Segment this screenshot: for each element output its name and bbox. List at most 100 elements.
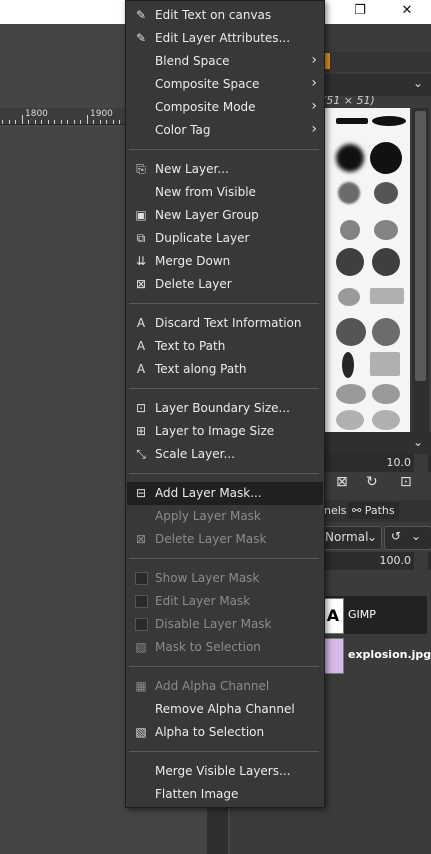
scrollbar-thumb[interactable] [415,111,426,381]
brush-swatch[interactable] [338,182,360,204]
menu-item-delete-layer-mask: ⊠ Delete Layer Mask [127,528,323,551]
menu-item-label: New Layer... [155,162,229,176]
spin-buttons[interactable] [414,454,428,472]
ruler-tick [67,120,68,124]
spin-buttons[interactable] [414,552,428,570]
menu-item-scale-layer[interactable]: ⤡ Scale Layer... [127,443,323,466]
add-layer-mask-icon: ⊟ [135,486,147,500]
menu-item-discard-text-information[interactable]: A Discard Text Information [127,312,323,335]
ruler-tick [99,120,101,124]
brush-swatch[interactable] [336,384,366,404]
spacing-field[interactable]: 10.0 [322,454,431,472]
layer-row[interactable]: A GIMP [322,596,427,634]
checkbox [134,572,148,585]
menu-item-duplicate-layer[interactable]: ⧉ Duplicate Layer [127,227,323,250]
ruler-tick [119,120,120,124]
tab-channels[interactable]: nels [324,504,347,517]
chevron-down-icon: ⌄ [412,435,423,449]
brush-swatch[interactable] [336,318,366,346]
menu-item-composite-mode[interactable]: Composite Mode › [127,96,323,119]
brush-swatch[interactable] [370,142,402,174]
menu-item-label: Add Alpha Channel [155,679,270,693]
menu-item-flatten-image[interactable]: Flatten Image [127,783,323,806]
scale-layer-icon: ⤡ [136,447,146,461]
brush-swatch[interactable] [340,220,360,240]
brush-swatch[interactable] [372,384,400,404]
brush-swatch[interactable] [374,182,398,204]
brush-swatch[interactable] [372,410,400,430]
menu-item-label: Edit Layer Attributes... [155,31,291,45]
menu-item-merge-down[interactable]: ⇊ Merge Down [127,250,323,273]
menu-item-label: Composite Mode [155,100,256,114]
brush-swatch[interactable] [374,220,398,240]
brush-swatch[interactable] [372,318,400,346]
brush-swatch[interactable] [338,288,360,306]
menu-item-layer-boundary-size[interactable]: ⊡ Layer Boundary Size... [127,397,323,420]
menu-item-new-layer-group[interactable]: ▣ New Layer Group [127,204,323,227]
menu-item-merge-visible-layers[interactable]: Merge Visible Layers... [127,760,323,783]
brush-grid[interactable] [322,108,410,436]
menu-item-label: Blend Space [155,54,230,68]
menu-item-text-to-path[interactable]: A Text to Path [127,335,323,358]
menu-item-alpha-to-selection[interactable]: ▧ Alpha to Selection [127,721,323,744]
menu-separator [129,666,319,667]
brush-scrollbar[interactable] [412,108,429,436]
composite-mode-select[interactable]: ↺ ⌄ [384,526,431,550]
brush-swatch[interactable] [336,410,364,430]
opacity-field[interactable]: 100.0 [322,552,431,570]
menu-item-composite-space[interactable]: Composite Space › [127,73,323,96]
menu-item-edit-text-on-canvas[interactable]: ✎ Edit Text on canvas [127,4,323,27]
menu-item-mask-to-selection: ▧ Mask to Selection [127,636,323,659]
checkbox [134,618,148,631]
menu-item-delete-layer[interactable]: ⊠ Delete Layer [127,273,323,296]
menu-item-color-tag[interactable]: Color Tag › [127,119,323,142]
text-tool-icon: A [136,362,146,376]
menu-item-label: Delete Layer Mask [155,532,267,546]
menu-item-text-along-path[interactable]: A Text along Path [127,358,323,381]
menu-separator [129,149,319,150]
ruler-tick [80,120,81,124]
menu-item-label: Flatten Image [155,787,239,801]
menu-item-new-layer[interactable]: ⎘ New Layer... [127,158,323,181]
menu-item-edit-layer-attributes[interactable]: ✎ Edit Layer Attributes... [127,27,323,50]
tab-paths[interactable]: ⚯ Paths [348,502,399,519]
tab-paths-label: Paths [364,504,395,517]
ruler-tick [86,115,88,124]
open-brush-icon[interactable]: ⊡ [400,474,412,490]
layer-row[interactable]: explosion.jpg [322,636,431,674]
delete-brush-icon[interactable]: ⊠ [336,474,348,490]
menu-item-label: New Layer Group [155,208,259,222]
ruler-tick [93,120,94,124]
menu-separator [129,751,319,752]
restore-window-icon[interactable]: ❐ [343,0,377,24]
brush-swatch[interactable] [372,248,400,276]
menu-item-new-from-visible[interactable]: New from Visible [127,181,323,204]
layer-name: explosion.jpg [348,648,431,661]
menu-item-remove-alpha-channel[interactable]: Remove Alpha Channel [127,698,323,721]
close-window-icon[interactable]: ✕ [390,0,424,24]
menu-item-add-layer-mask[interactable]: ⊟ Add Layer Mask... [127,482,323,505]
brush-category-select[interactable]: ⌄ [322,74,431,96]
menu-item-edit-layer-mask: Edit Layer Mask [127,590,323,613]
brush-swatch[interactable] [370,288,404,304]
ruler-tick [47,120,49,124]
brush-swatch[interactable] [336,118,368,124]
edit-attributes-icon: ✎ [135,31,147,45]
boundary-size-icon: ⊡ [135,401,147,415]
menu-separator [129,473,319,474]
brush-swatch[interactable] [372,116,406,126]
brush-swatch[interactable] [370,352,400,376]
brush-tag-select[interactable]: ⌄ [322,432,431,454]
menu-item-label: Apply Layer Mask [155,509,261,523]
ruler-tick [54,120,55,124]
menu-item-layer-to-image-size[interactable]: ⊞ Layer to Image Size [127,420,323,443]
menu-item-blend-space[interactable]: Blend Space › [127,50,323,73]
brush-swatch[interactable] [342,352,354,378]
brush-swatch[interactable] [336,248,364,276]
layer-mode-select[interactable]: Normal ⌄ [322,526,382,550]
refresh-brushes-icon[interactable]: ↻ [366,474,378,490]
ruler-tick [60,120,62,124]
menu-item-label: New from Visible [155,185,256,199]
brush-swatch[interactable] [336,144,364,172]
menu-item-label: Text to Path [155,339,226,353]
